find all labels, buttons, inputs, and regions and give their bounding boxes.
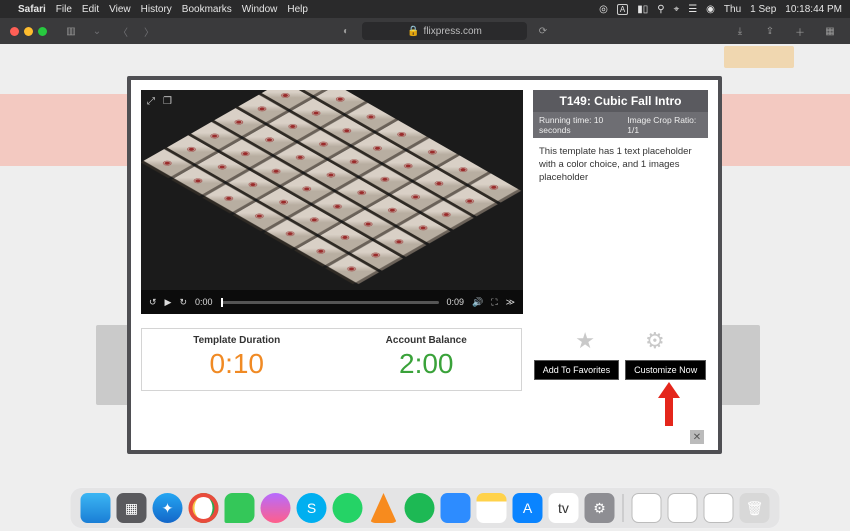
dock-app-finder[interactable]: [81, 493, 111, 523]
dock-app-safari[interactable]: ✦: [153, 493, 183, 523]
search-icon[interactable]: ⌖: [674, 4, 680, 15]
dock-app-messages[interactable]: [225, 493, 255, 523]
menu-file[interactable]: File: [56, 4, 72, 15]
template-runtime: Running time: 10 seconds: [539, 115, 627, 135]
dock-document[interactable]: [668, 493, 698, 523]
dock-app-messenger[interactable]: [261, 493, 291, 523]
status-icon[interactable]: ◎: [599, 4, 608, 15]
sidebar-icon[interactable]: ▥: [61, 22, 81, 40]
status-icon[interactable]: A: [617, 4, 628, 15]
dock-trash[interactable]: 🗑: [740, 493, 770, 523]
menu-edit[interactable]: Edit: [82, 4, 99, 15]
template-crop: Image Crop Ratio: 1/1: [627, 115, 702, 135]
clock-day[interactable]: Thu: [724, 4, 741, 15]
template-actions: ★ ⚙ Add To Favorites Customize Now: [532, 328, 708, 391]
window-controls: [10, 27, 47, 36]
annotation-arrow: [658, 382, 680, 426]
menu-history[interactable]: History: [141, 4, 172, 15]
rewind-icon[interactable]: ↺: [149, 297, 157, 308]
lock-icon: 🔒: [407, 26, 419, 37]
new-tab-icon[interactable]: ＋: [790, 22, 810, 40]
duration-label: Template Duration: [142, 335, 332, 346]
volume-icon[interactable]: 🔊: [472, 297, 483, 308]
cube-graphic: [144, 90, 519, 282]
battery-icon[interactable]: ▮▯: [637, 4, 648, 15]
mac-menubar: Safari File Edit View History Bookmarks …: [0, 0, 850, 18]
dock-app-whatsapp[interactable]: [333, 493, 363, 523]
address-bar[interactable]: 🔒 flixpress.com: [362, 22, 527, 40]
next-icon[interactable]: ≫: [506, 297, 515, 308]
duration-value: 0:10: [142, 348, 332, 380]
siri-icon[interactable]: ◉: [706, 4, 715, 15]
add-favorites-button[interactable]: Add To Favorites: [534, 360, 619, 380]
menu-bookmarks[interactable]: Bookmarks: [182, 4, 232, 15]
forward-button[interactable]: 〉: [139, 22, 159, 40]
star-icon[interactable]: ★: [575, 328, 595, 354]
menubar-app[interactable]: Safari: [18, 4, 46, 15]
menu-window[interactable]: Window: [242, 4, 278, 15]
dock-app-chrome[interactable]: [189, 493, 219, 523]
video-preview[interactable]: ⤢ ❐ ↺ ▶ ↻ 0:00 0:09 🔊 ⛶ ≫: [141, 90, 523, 314]
address-url: flixpress.com: [424, 26, 482, 37]
close-modal-button[interactable]: ✕: [690, 430, 704, 444]
balance-value: 2:00: [332, 348, 522, 380]
dock-app-vlc[interactable]: [369, 493, 399, 523]
tabs-icon[interactable]: ▦: [820, 22, 840, 40]
play-icon[interactable]: ▶: [165, 297, 172, 308]
gear-icon[interactable]: ⚙: [645, 328, 665, 354]
reload-icon[interactable]: ⟳: [533, 22, 553, 40]
share-icon[interactable]: ⇪: [760, 22, 780, 40]
forward-icon[interactable]: ↻: [179, 297, 187, 308]
close-window-button[interactable]: [10, 27, 19, 36]
dock-app-notes[interactable]: [477, 493, 507, 523]
safari-toolbar: ▥ ⌄ 〈 〉 ◐ 🔒 flixpress.com ⟳ ⤓ ⇪ ＋ ▦: [0, 18, 850, 44]
menu-view[interactable]: View: [109, 4, 131, 15]
template-title: T149: Cubic Fall Intro: [533, 90, 708, 112]
clock-date[interactable]: 1 Sep: [750, 4, 776, 15]
expand-icon[interactable]: ⤢: [147, 96, 155, 107]
fullscreen-window-button[interactable]: [38, 27, 47, 36]
dock-app-appstore[interactable]: A: [513, 493, 543, 523]
dock-app-zoom[interactable]: [441, 493, 471, 523]
video-current-time: 0:00: [195, 297, 213, 307]
control-center-icon[interactable]: ☰: [688, 4, 697, 15]
dock-separator: [623, 494, 624, 522]
menu-help[interactable]: Help: [287, 4, 308, 15]
dock-app-spotify[interactable]: [405, 493, 435, 523]
clock-time[interactable]: 10:18:44 PM: [785, 4, 842, 15]
chevron-down-icon[interactable]: ⌄: [87, 22, 107, 40]
menubar-left: Safari File Edit View History Bookmarks …: [8, 4, 308, 15]
download-icon[interactable]: ⤓: [730, 22, 750, 40]
video-controls: ↺ ▶ ↻ 0:00 0:09 🔊 ⛶ ≫: [141, 290, 523, 314]
template-info-panel: T149: Cubic Fall Intro Running time: 10 …: [533, 90, 708, 314]
dock-app-launchpad[interactable]: ▦: [117, 493, 147, 523]
fullscreen-icon[interactable]: ⛶: [491, 297, 497, 308]
mac-dock: ▦ ✦ S A tv ⚙ 🗑: [70, 487, 781, 529]
video-duration: 0:09: [447, 297, 465, 307]
dock-document[interactable]: [632, 493, 662, 523]
shield-icon[interactable]: ◐: [336, 22, 356, 40]
template-stats: Template Duration 0:10 Account Balance 2…: [141, 328, 522, 391]
dock-document[interactable]: [704, 493, 734, 523]
minimize-window-button[interactable]: [24, 27, 33, 36]
page-banner-button[interactable]: [724, 46, 794, 68]
back-button[interactable]: 〈: [113, 22, 133, 40]
customize-now-button[interactable]: Customize Now: [625, 360, 706, 380]
dock-app-skype[interactable]: S: [297, 493, 327, 523]
pip-icon[interactable]: ❐: [163, 96, 172, 107]
template-modal: ⤢ ❐ ↺ ▶ ↻ 0:00 0:09 🔊 ⛶ ≫ T149: Cubic Fa…: [127, 76, 722, 454]
template-description: This template has 1 text placeholder wit…: [533, 138, 708, 192]
dock-app-settings[interactable]: ⚙: [585, 493, 615, 523]
template-meta: Running time: 10 seconds Image Crop Rati…: [533, 112, 708, 138]
wifi-icon[interactable]: ⚲: [657, 4, 664, 15]
dock-app-tv[interactable]: tv: [549, 493, 579, 523]
balance-label: Account Balance: [332, 335, 522, 346]
video-progress-bar[interactable]: [221, 301, 439, 304]
menubar-right: ◎ A ▮▯ ⚲ ⌖ ☰ ◉ Thu 1 Sep 10:18:44 PM: [599, 4, 842, 15]
